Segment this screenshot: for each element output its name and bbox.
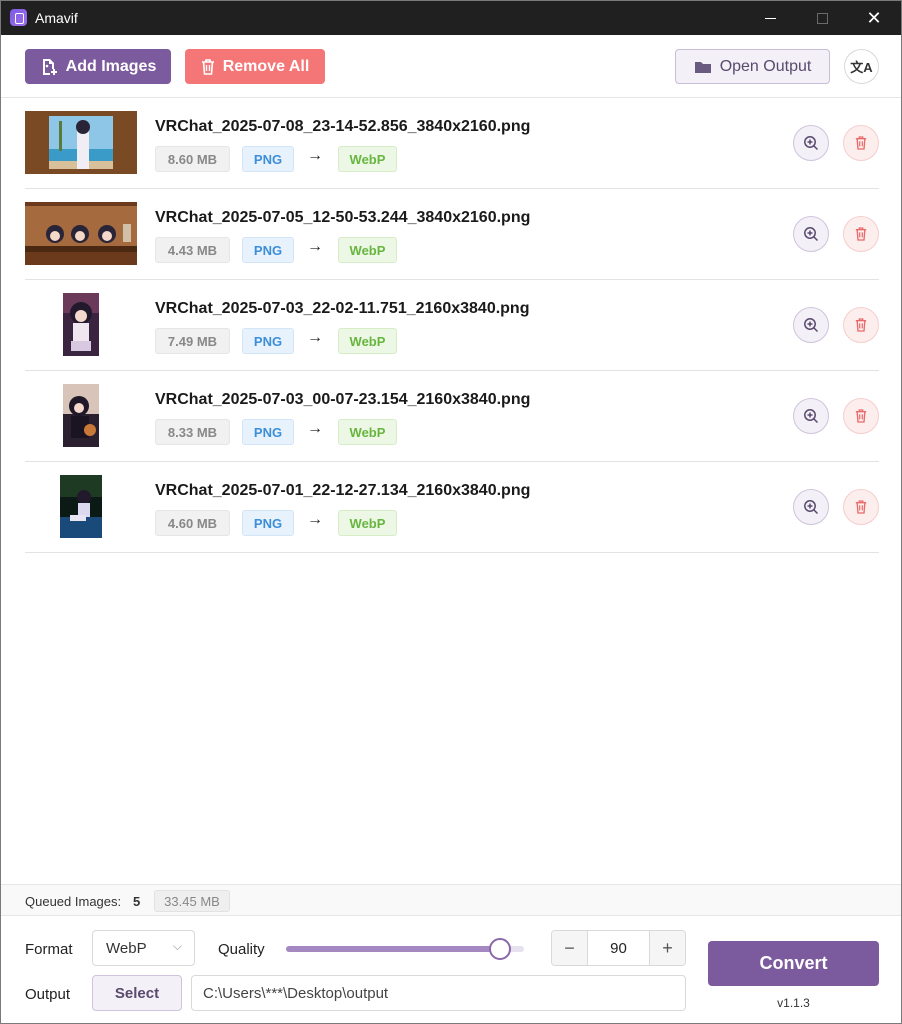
zoom-in-icon [804, 227, 819, 242]
add-images-label: Add Images [65, 57, 157, 75]
arrow-right-icon: → [307, 420, 323, 437]
source-format-badge: PNG [242, 419, 294, 445]
file-list: VRChat_2025-07-08_23-14-52.856_3840x2160… [25, 98, 879, 553]
maximize-button[interactable] [799, 1, 845, 35]
file-size-badge: 8.33 MB [155, 419, 230, 445]
file-row: VRChat_2025-07-01_22-12-27.134_2160x3840… [25, 462, 879, 553]
file-thumbnail [63, 293, 99, 356]
file-row: VRChat_2025-07-03_22-02-11.751_2160x3840… [25, 280, 879, 371]
source-format-badge: PNG [242, 328, 294, 354]
source-format-badge: PNG [242, 237, 294, 263]
increment-button[interactable]: + [649, 931, 685, 965]
quality-slider[interactable] [286, 938, 524, 960]
zoom-in-icon [804, 318, 819, 333]
target-format-badge: WebP [338, 419, 397, 445]
file-thumbnail [63, 384, 99, 447]
quality-slider-handle[interactable] [489, 938, 512, 960]
arrow-right-icon: → [307, 147, 323, 164]
preview-button[interactable] [793, 398, 829, 434]
trash-icon [855, 136, 867, 150]
add-image-icon [42, 58, 57, 75]
format-label: Format [25, 941, 73, 958]
folder-icon [694, 61, 711, 73]
queued-count: 5 [133, 894, 141, 909]
maximize-icon [816, 12, 828, 24]
file-row: VRChat_2025-07-08_23-14-52.856_3840x2160… [25, 98, 879, 189]
file-row: VRChat_2025-07-05_12-50-53.244_3840x2160… [25, 189, 879, 280]
zoom-in-icon [804, 136, 819, 151]
target-format-badge: WebP [338, 510, 397, 536]
translate-icon: 文A [850, 60, 873, 75]
remove-file-button[interactable] [843, 489, 879, 525]
file-size-badge: 7.49 MB [155, 328, 230, 354]
source-format-badge: PNG [242, 510, 294, 536]
quality-value[interactable]: 90 [588, 931, 649, 965]
settings-panel: Format WebP ⌵ Quality − 90 + Output Sele… [1, 917, 901, 1023]
zoom-in-icon [804, 409, 819, 424]
target-format-badge: WebP [338, 328, 397, 354]
file-size-badge: 4.60 MB [155, 510, 230, 536]
file-size-badge: 4.43 MB [155, 237, 230, 263]
app-window: Amavif ✕ Add Images Remove All Open Outp… [0, 0, 902, 1024]
total-size-badge: 33.45 MB [154, 890, 230, 912]
file-name: VRChat_2025-07-03_00-07-23.154_2160x3840… [155, 391, 531, 408]
file-thumbnail [60, 475, 102, 538]
remove-file-button[interactable] [843, 216, 879, 252]
format-select[interactable]: WebP ⌵ [92, 930, 195, 966]
queued-label: Queued Images: [25, 894, 122, 909]
zoom-in-icon [804, 500, 819, 515]
convert-button[interactable]: Convert [708, 941, 879, 986]
minimize-button[interactable] [747, 1, 793, 35]
file-thumbnail [25, 202, 137, 265]
quality-slider-fill [286, 946, 501, 952]
output-label: Output [25, 986, 71, 1003]
select-output-button[interactable]: Select [92, 975, 182, 1011]
trash-icon [855, 318, 867, 332]
file-name: VRChat_2025-07-03_22-02-11.751_2160x3840… [155, 300, 530, 317]
format-value: WebP [106, 940, 147, 957]
language-button[interactable]: 文A [844, 49, 879, 84]
file-name: VRChat_2025-07-08_23-14-52.856_3840x2160… [155, 118, 531, 135]
minimize-icon [764, 17, 776, 19]
file-size-badge: 8.60 MB [155, 146, 230, 172]
preview-button[interactable] [793, 125, 829, 161]
arrow-right-icon: → [307, 238, 323, 255]
trash-icon [855, 227, 867, 241]
arrow-right-icon: → [307, 511, 323, 528]
close-button[interactable]: ✕ [851, 1, 897, 35]
trash-icon [855, 409, 867, 423]
remove-file-button[interactable] [843, 307, 879, 343]
remove-file-button[interactable] [843, 125, 879, 161]
decrement-button[interactable]: − [552, 931, 588, 965]
window-title: Amavif [35, 10, 78, 26]
source-format-badge: PNG [242, 146, 294, 172]
target-format-badge: WebP [338, 237, 397, 263]
toolbar: Add Images Remove All Open Output 文A [1, 35, 901, 98]
preview-button[interactable] [793, 216, 829, 252]
preview-button[interactable] [793, 489, 829, 525]
quality-label: Quality [218, 941, 265, 958]
open-output-button[interactable]: Open Output [675, 49, 830, 84]
title-bar: Amavif ✕ [1, 1, 901, 35]
file-row: VRChat_2025-07-03_00-07-23.154_2160x3840… [25, 371, 879, 462]
version-label: v1.1.3 [777, 996, 810, 1010]
status-bar: Queued Images: 5 33.45 MB [1, 884, 901, 916]
chevron-down-icon: ⌵ [172, 939, 182, 953]
target-format-badge: WebP [338, 146, 397, 172]
arrow-right-icon: → [307, 329, 323, 346]
output-path-input[interactable] [191, 975, 686, 1011]
open-output-label: Open Output [719, 57, 812, 75]
file-name: VRChat_2025-07-05_12-50-53.244_3840x2160… [155, 209, 531, 226]
remove-all-button[interactable]: Remove All [185, 49, 325, 84]
remove-all-label: Remove All [222, 57, 310, 75]
file-thumbnail [25, 111, 137, 174]
trash-icon [201, 58, 214, 75]
trash-icon [855, 500, 867, 514]
file-name: VRChat_2025-07-01_22-12-27.134_2160x3840… [155, 482, 531, 499]
remove-file-button[interactable] [843, 398, 879, 434]
app-logo-icon [10, 9, 27, 26]
preview-button[interactable] [793, 307, 829, 343]
add-images-button[interactable]: Add Images [25, 49, 171, 84]
quality-stepper: − 90 + [551, 930, 686, 966]
